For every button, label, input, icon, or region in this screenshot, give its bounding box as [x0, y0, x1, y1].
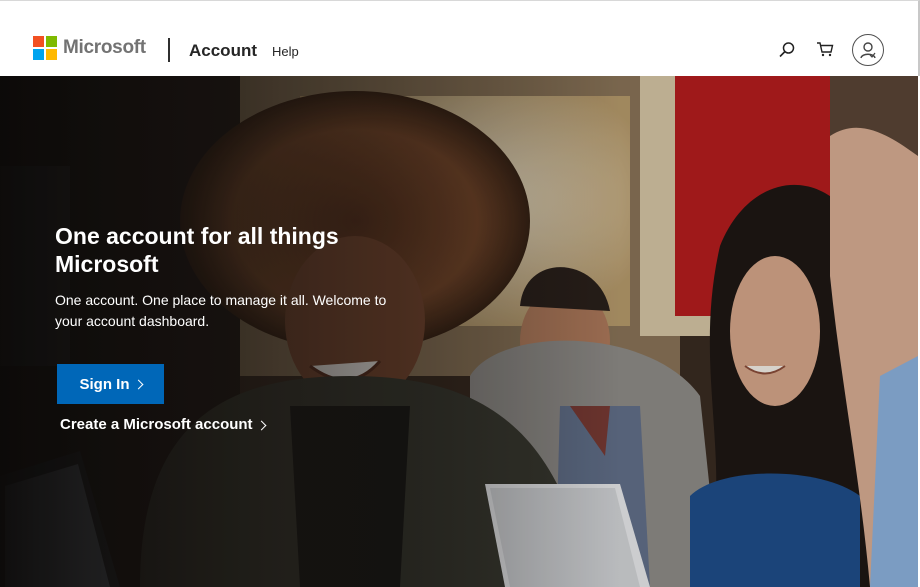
- hero-banner: One account for all things Microsoft One…: [0, 76, 918, 587]
- cart-icon: [817, 42, 834, 57]
- chevron-right-icon: [133, 379, 143, 390]
- sign-in-label: Sign In: [79, 375, 130, 393]
- hero-subtitle: One account. One place to manage it all.…: [55, 292, 387, 329]
- profile-button[interactable]: [852, 34, 884, 66]
- microsoft-logo[interactable]: Microsoft: [33, 36, 146, 60]
- create-account-link[interactable]: Create a Microsoft account: [60, 416, 266, 433]
- sign-in-button[interactable]: Sign In: [57, 364, 164, 404]
- account-link[interactable]: Account: [189, 41, 257, 61]
- user-icon: [860, 42, 876, 59]
- create-account-label: Create a Microsoft account: [60, 416, 253, 433]
- cart-button[interactable]: [814, 38, 836, 60]
- site-header: Microsoft Account Help: [0, 0, 920, 76]
- search-button[interactable]: [776, 39, 798, 61]
- microsoft-logo-icon: [33, 36, 57, 60]
- help-link[interactable]: Help: [272, 44, 299, 59]
- search-icon: [779, 42, 795, 58]
- chevron-right-icon: [256, 420, 266, 430]
- hero-title: One account for all things Microsoft: [55, 223, 339, 277]
- header-divider: [168, 38, 170, 62]
- brand-name: Microsoft: [63, 37, 146, 58]
